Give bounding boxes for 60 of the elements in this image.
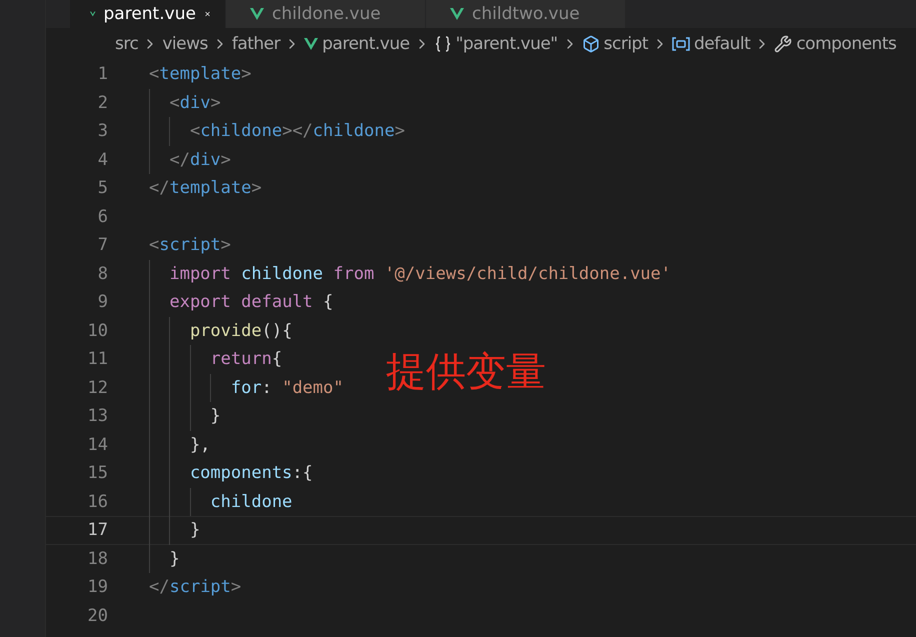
breadcrumb-item[interactable]: father — [232, 34, 280, 54]
line-number: 10 — [86, 320, 108, 341]
cube-icon — [582, 35, 600, 53]
line-number: 15 — [86, 463, 108, 484]
line-number: 5 — [96, 178, 108, 198]
line-number: 3 — [96, 121, 108, 142]
wrench-icon — [774, 35, 792, 53]
code-line: } — [210, 406, 221, 426]
line-number: 2 — [96, 92, 108, 113]
code-line: for: "demo" — [230, 378, 344, 398]
vue-icon — [304, 38, 318, 50]
code-line: } — [169, 548, 180, 569]
line-number: 16 — [86, 492, 108, 512]
code-line: <template> — [149, 64, 252, 84]
line-number: 17 — [86, 520, 108, 540]
code-line: </script> — [149, 577, 242, 598]
editor-tab[interactable]: childone.vue — [226, 0, 426, 28]
line-number: 20 — [86, 606, 108, 626]
vue-icon — [250, 8, 264, 20]
code-line: } — [190, 520, 200, 540]
tab-label: childtwo.vue — [472, 4, 580, 24]
vue-icon — [450, 8, 464, 20]
code-line: components:{ — [190, 463, 313, 484]
line-number: 8 — [96, 264, 108, 284]
line-number: 19 — [86, 577, 108, 598]
code-line: provide(){ — [190, 320, 292, 341]
tab-label: parent.vue — [104, 4, 196, 24]
editor-tab[interactable]: childtwo.vue — [426, 0, 626, 28]
breadcrumb-item[interactable]: components — [774, 34, 896, 54]
breadcrumb-item[interactable]: src — [115, 34, 138, 54]
line-number: 12 — [86, 378, 108, 398]
annotation-text: 提供变量 — [386, 348, 546, 397]
line-number: 14 — [86, 434, 108, 455]
breadcrumb-item[interactable]: parent.vue — [304, 34, 410, 54]
code-line: import childone from '@/views/child/childone.vue' — [169, 264, 672, 284]
line-number: 18 — [86, 548, 108, 569]
code-line: export default { — [169, 292, 334, 312]
code-line: childone — [210, 492, 292, 512]
code-line: </div> — [169, 150, 231, 170]
line-number: 11 — [86, 349, 108, 370]
code-line: }, — [190, 434, 210, 455]
line-number: 4 — [96, 150, 108, 170]
editor-tab[interactable]: parent.vue — [70, 0, 226, 28]
variable-icon — [672, 37, 690, 51]
line-number: 1 — [96, 64, 108, 84]
code-line: <childone></childone> — [190, 121, 405, 142]
line-number: 13 — [86, 406, 108, 426]
line-number: 7 — [96, 235, 108, 256]
line-number: 9 — [96, 292, 108, 312]
code-line: <div> — [169, 92, 221, 113]
code-line: return{ — [210, 349, 282, 370]
breadcrumb-item[interactable]: "parent.vue" — [434, 34, 558, 54]
code-line: <script> — [149, 235, 231, 256]
breadcrumb-item[interactable]: script — [582, 34, 648, 54]
braces-icon — [434, 35, 452, 53]
code-line: </template> — [149, 178, 262, 198]
tab-label: childone.vue — [272, 4, 381, 24]
line-number: 6 — [96, 206, 108, 227]
breadcrumb-item[interactable]: default — [672, 34, 750, 54]
breadcrumb-item[interactable]: views — [162, 34, 208, 54]
